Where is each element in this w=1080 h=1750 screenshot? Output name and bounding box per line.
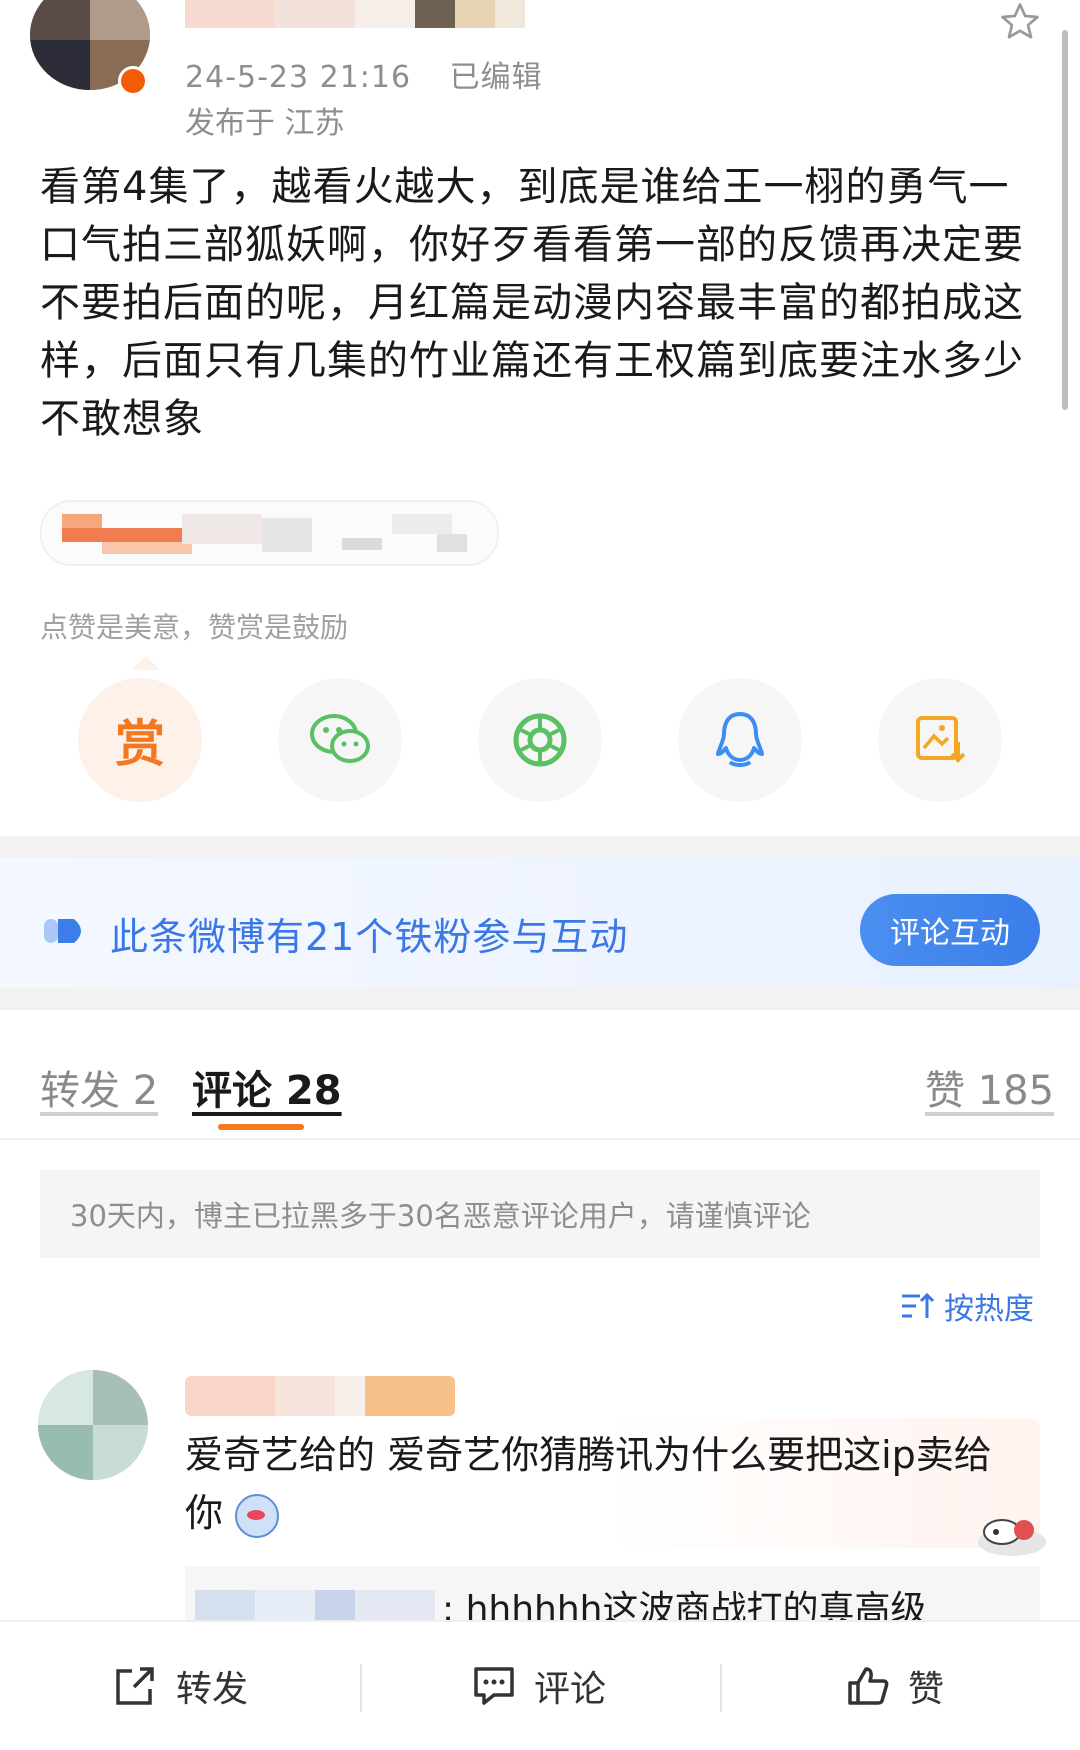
repost-icon: [116, 1667, 154, 1705]
comment-body: 爱奇艺给的 爱奇艺你猜腾讯为什么要把这ip卖给你: [185, 1426, 1025, 1542]
tab-likes[interactable]: 赞 185: [925, 1058, 1054, 1116]
comment-text: 爱奇艺给的 爱奇艺你猜腾讯为什么要把这ip卖给你: [185, 1433, 992, 1535]
sort-by-hot-button[interactable]: 按热度: [900, 1284, 1034, 1328]
post-meta: 24-5-23 21:16 已编辑: [185, 52, 543, 96]
sort-icon: [902, 1292, 934, 1318]
wechat-icon: [310, 714, 370, 763]
share-qq-button[interactable]: [678, 678, 802, 802]
reward-icon: 赏: [115, 715, 165, 773]
like-button[interactable]: 赞: [846, 1660, 944, 1712]
qq-icon: [716, 712, 764, 767]
comment-label: 评论: [534, 1669, 607, 1710]
sort-label: 按热度: [944, 1292, 1034, 1327]
moments-icon: [513, 713, 567, 767]
poster-name-redacted[interactable]: [185, 0, 525, 28]
post-timestamp: 24-5-23 21:16: [185, 60, 412, 95]
scrollbar[interactable]: [1062, 30, 1068, 410]
fans-indicator-icon: [44, 919, 81, 943]
section-separator: [0, 988, 1080, 1010]
commenter-name-redacted[interactable]: [185, 1376, 455, 1416]
moderation-notice: 30天内，博主已拉黑多于30名恶意评论用户，请谨慎评论: [40, 1170, 1040, 1258]
topic-tag-redacted[interactable]: [40, 500, 499, 566]
thumbs-up-icon: [848, 1667, 889, 1705]
bar-divider: [720, 1664, 722, 1712]
reply-author-redacted[interactable]: [195, 1590, 435, 1622]
comment-icon: [474, 1667, 514, 1705]
active-tab-indicator: [218, 1124, 304, 1130]
save-image-button[interactable]: [878, 678, 1002, 802]
moderation-notice-text: 30天内，博主已拉黑多于30名恶意评论用户，请谨慎评论: [70, 1199, 811, 1233]
reward-button[interactable]: 赏: [78, 678, 202, 802]
reward-caret: [132, 656, 160, 670]
save-image-icon: [916, 716, 966, 763]
edited-label: 已编辑: [449, 60, 543, 95]
comment-interact-button[interactable]: 评论互动: [860, 894, 1040, 966]
bar-divider: [360, 1664, 362, 1712]
star-icon[interactable]: [998, 0, 1042, 44]
repost-label: 转发: [176, 1669, 249, 1710]
commenter-avatar[interactable]: [38, 1370, 148, 1480]
post-body: 看第4集了，越看火越大，到底是谁给王一栩的勇气一口气拍三部狐妖啊，你好歹看看第一…: [40, 164, 1024, 442]
like-label: 赞: [908, 1669, 945, 1710]
share-wechat-button[interactable]: [278, 678, 402, 802]
emoji-icon: [235, 1493, 280, 1538]
comment-button[interactable]: 评论: [472, 1660, 606, 1712]
verified-badge-icon: [118, 66, 148, 96]
fans-banner-text: 此条微博有21个铁粉参与互动: [110, 915, 629, 959]
reward-hint: 点赞是美意，赞赏是鼓励: [40, 611, 349, 644]
repost-button[interactable]: 转发: [112, 1660, 248, 1712]
tab-divider: [0, 1138, 1080, 1140]
comment-decoration-icon: [978, 1519, 1046, 1556]
post-location: 发布于 江苏: [185, 106, 345, 141]
tab-repost[interactable]: 转发 2: [40, 1058, 158, 1116]
tab-comments[interactable]: 评论 28: [192, 1058, 342, 1116]
section-separator: [0, 836, 1080, 858]
share-moments-button[interactable]: [478, 678, 602, 802]
